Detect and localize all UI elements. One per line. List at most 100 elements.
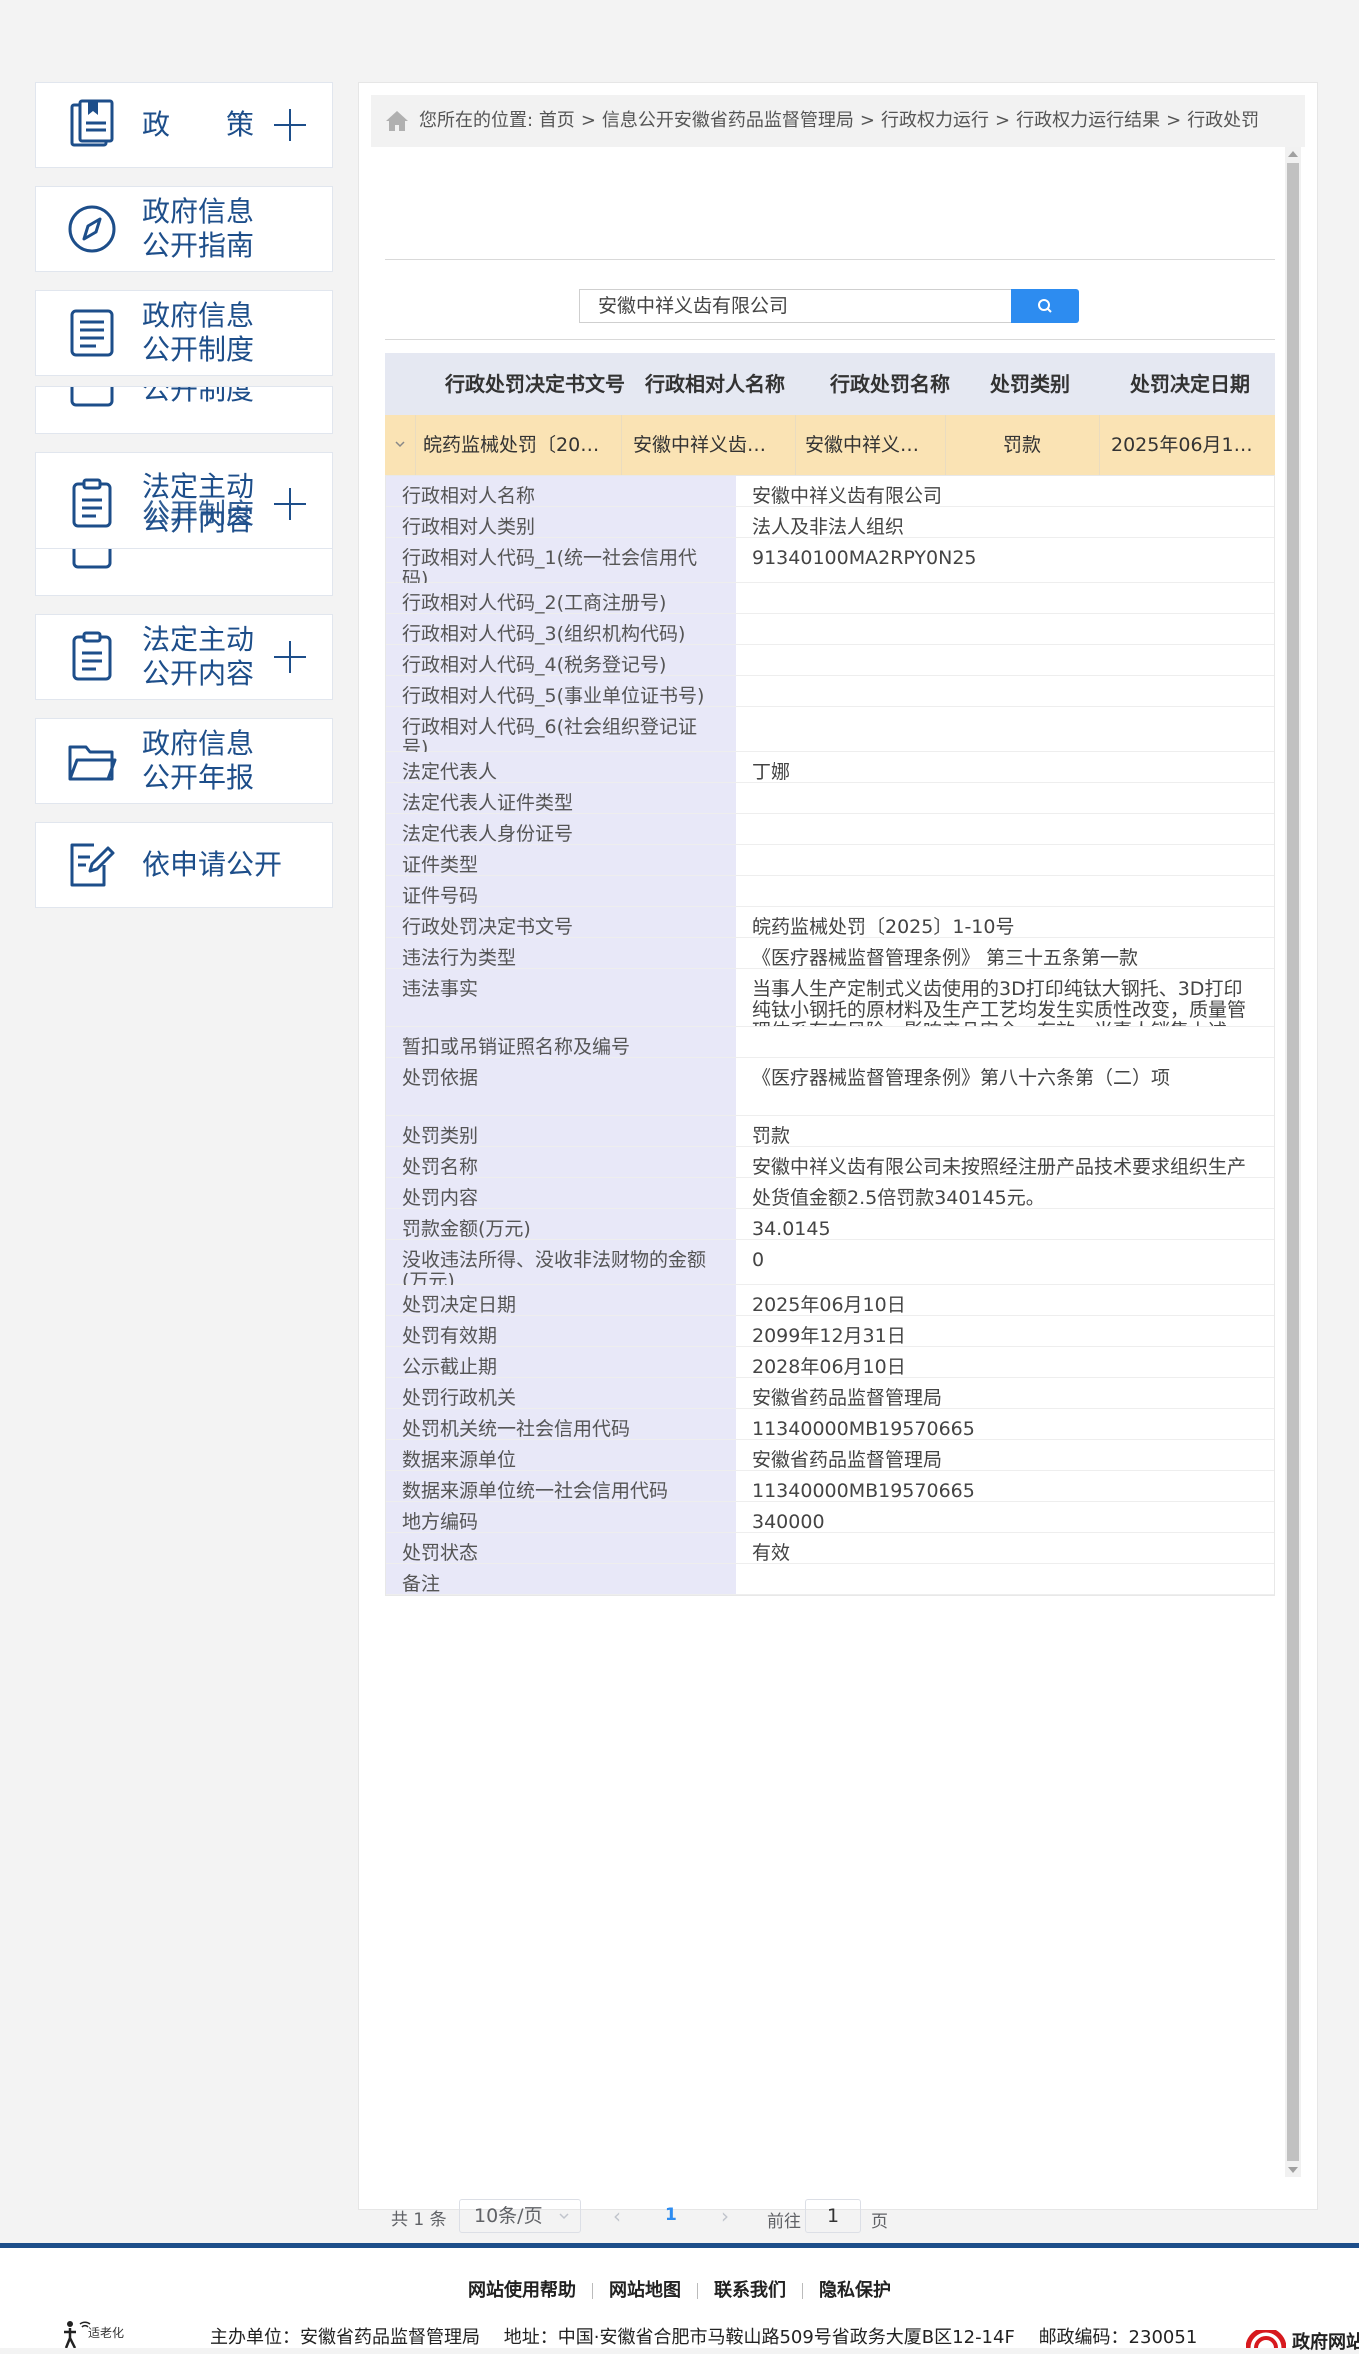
gov-site-label[interactable]: 政府网站 [1292, 2328, 1359, 2354]
breadcrumb-link[interactable]: 行政权力运行结果 [1016, 110, 1160, 131]
detail-label: 没收违法所得、没收非法财物的金额(万元) [386, 1240, 736, 1292]
detail-row: 违法行为类型 《医疗器械监督管理条例》 第三十五条第一款 [386, 938, 1274, 969]
detail-label: 处罚决定日期 [386, 1285, 736, 1316]
detail-value: 11340000MB19570665 [752, 1480, 975, 1502]
detail-value: 340000 [752, 1511, 825, 1533]
detail-row: 数据来源单位 安徽省药品监督管理局 [386, 1440, 1274, 1471]
scrollbar[interactable] [1285, 147, 1301, 2177]
footer-link-privacy[interactable]: 隐私保护 [819, 2280, 891, 2301]
detail-label: 数据来源单位 [386, 1440, 736, 1471]
detail-value: 有效 [752, 1542, 791, 1564]
sidebar-item-guide[interactable]: 政府信息 公开指南 [35, 186, 333, 272]
detail-value: 《医疗器械监督管理条例》 第三十五条第一款 [752, 947, 1139, 969]
detail-row: 法定代表人 丁娜 [386, 752, 1274, 783]
detail-label: 违法行为类型 [386, 938, 736, 969]
detail-label: 行政相对人类别 [386, 507, 736, 538]
plus-icon[interactable] [274, 488, 306, 520]
divider [385, 339, 1275, 340]
sidebar-item-label: 政府信息 公开制度 [142, 299, 255, 366]
search-icon [1038, 299, 1052, 313]
breadcrumb-link[interactable]: 行政处罚 [1187, 110, 1259, 131]
detail-label: 法定代表人 [386, 752, 736, 783]
footer-link-divider [592, 2283, 593, 2299]
footer-postcode: 邮政编码：230051 [1038, 2327, 1198, 2348]
detail-label: 行政处罚决定书文号 [386, 907, 736, 938]
detail-label: 处罚机关统一社会信用代码 [386, 1409, 736, 1440]
detail-label: 地方编码 [386, 1502, 736, 1533]
scroll-up-icon[interactable] [1288, 151, 1298, 157]
plus-icon[interactable] [274, 641, 306, 673]
detail-value [736, 845, 1274, 875]
table-row[interactable]: 皖药监械处罚〔2025〕1-10号 安徽中祥义齿有限公司 安徽中祥义齿有限公司未… [385, 415, 1275, 475]
table-cell: 安徽中祥义齿有限公司未按照经注册产品技术要求组织生产 [805, 434, 925, 456]
prev-page-icon[interactable]: ‹ [613, 2204, 621, 2228]
goto-page-input[interactable]: 1 [805, 2199, 861, 2233]
footer-link-help[interactable]: 网站使用帮助 [468, 2280, 576, 2301]
detail-row: 处罚内容 处货值金额2.5倍罚款340145元。 [386, 1178, 1274, 1209]
sidebar-item-policy[interactable]: 政 策 [35, 82, 333, 168]
detail-value [736, 676, 1274, 706]
column-header: 处罚类别 [990, 372, 1070, 396]
detail-value [736, 876, 1274, 906]
detail-row: 行政相对人代码_4(税务登记号) [386, 645, 1274, 676]
plus-icon[interactable] [274, 109, 306, 141]
breadcrumb-text: 您所在的位置: 首页 > 信息公开安徽省药品监督管理局 > 行政权力运行 > 行政权力运行结… [419, 95, 1259, 147]
sidebar-overlap-fragment: 公开制度 [35, 386, 333, 434]
breadcrumb-link-home[interactable]: 首页 [539, 110, 575, 131]
detail-label: 处罚内容 [386, 1178, 736, 1209]
detail-label: 违法事实 [386, 969, 736, 1026]
footer-link-divider [697, 2283, 698, 2299]
page-size-select[interactable]: 10条/页 [459, 2199, 581, 2233]
breadcrumb: 您所在的位置: 首页 > 信息公开安徽省药品监督管理局 > 行政权力运行 > 行政权力运行结… [371, 95, 1305, 147]
detail-row: 处罚机关统一社会信用代码 11340000MB19570665 [386, 1409, 1274, 1440]
scrollbar-thumb[interactable] [1287, 163, 1299, 2161]
column-header: 处罚决定日期 [1130, 372, 1250, 396]
compass-icon [68, 205, 116, 253]
sidebar-item-annual-report[interactable]: 政府信息 公开年报 [35, 718, 333, 804]
detail-value [736, 583, 1274, 613]
breadcrumb-link[interactable]: 行政权力运行 [881, 110, 989, 131]
breadcrumb-link[interactable]: 信息公开安徽省药品监督管理局 [602, 110, 854, 131]
chevron-down-icon[interactable] [393, 437, 407, 451]
goto-label: 前往 [767, 2212, 801, 2232]
page-size-value: 10条/页 [474, 2205, 543, 2227]
scroll-down-icon[interactable] [1288, 2167, 1298, 2173]
footer-link-sitemap[interactable]: 网站地图 [609, 2280, 681, 2301]
sidebar-item-system[interactable]: 政府信息 公开制度 [35, 290, 333, 376]
sidebar-item-apply[interactable]: 依申请公开 [35, 822, 333, 908]
next-page-icon[interactable]: › [721, 2204, 729, 2228]
sidebar-overlap-fragment-2 [35, 548, 333, 596]
detail-value: 2099年12月31日 [752, 1325, 906, 1347]
page-number[interactable]: 1 [665, 2205, 677, 2225]
gov-site-logo-icon[interactable] [1246, 2330, 1286, 2348]
search-button[interactable] [1011, 289, 1079, 323]
column-divider [1099, 415, 1100, 475]
book-icon [70, 99, 114, 147]
detail-row: 处罚依据 《医疗器械监督管理条例》第八十六条第（二）项 [386, 1058, 1274, 1116]
footer-links: 网站使用帮助 网站地图 联系我们 隐私保护 [0, 2276, 1359, 2302]
elderly-mode-label[interactable]: 适老化 [88, 2324, 124, 2341]
sidebar-item-proactive-2[interactable]: 法定主动 公开内容 [35, 614, 333, 700]
clipboard-icon [72, 631, 112, 681]
detail-label: 处罚状态 [386, 1533, 736, 1564]
search-input[interactable]: 安徽中祥义齿有限公司 [579, 289, 1011, 323]
detail-row: 行政相对人代码_1(统一社会信用代码) 91340100MA2RPY0N25 [386, 538, 1274, 590]
detail-label: 暂扣或吊销证照名称及编号 [386, 1027, 736, 1058]
page-suffix: 页 [871, 2212, 888, 2232]
column-header: 行政相对人名称 [645, 372, 785, 396]
detail-value: 皖药监械处罚〔2025〕1-10号 [752, 916, 1015, 938]
column-divider [945, 415, 946, 475]
detail-value [736, 707, 1274, 751]
column-divider [795, 415, 796, 475]
detail-row: 行政处罚决定书文号 皖药监械处罚〔2025〕1-10号 [386, 907, 1274, 938]
detail-label: 罚款金额(万元) [386, 1209, 736, 1240]
breadcrumb-prefix: 您所在的位置: [419, 110, 534, 131]
footer-address: 地址：中国·安徽省合肥市马鞍山路509号省政务大厦B区12-14F [503, 2327, 1015, 2348]
detail-value [736, 645, 1274, 675]
detail-row: 公示截止期 2028年06月10日 [386, 1347, 1274, 1378]
detail-value [736, 614, 1274, 644]
detail-row: 行政相对人类别 法人及非法人组织 [386, 507, 1274, 538]
detail-label: 数据来源单位统一社会信用代码 [386, 1471, 736, 1502]
footer-link-contact[interactable]: 联系我们 [714, 2280, 786, 2301]
sidebar-item-proactive-1[interactable]: 法定主动 公开内容 公开制度 [35, 452, 333, 556]
